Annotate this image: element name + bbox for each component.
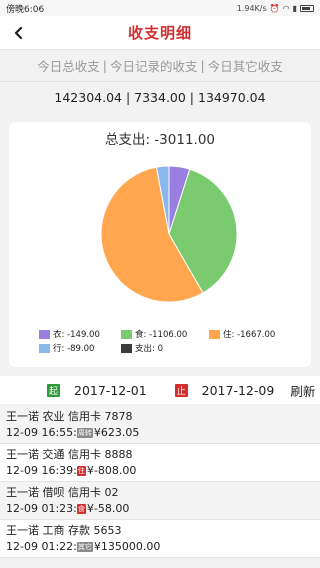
legend-item: 衣: -149.00: [39, 328, 121, 340]
transaction-desc: 王一诺 农业 信用卡 7878: [6, 410, 133, 423]
network-speed: 1.94K/s: [236, 3, 267, 13]
page-title: 收支明细: [127, 24, 192, 42]
start-badge: 起: [47, 383, 60, 397]
back-button[interactable]: [8, 22, 30, 44]
refresh-button[interactable]: 刷新: [290, 381, 315, 400]
transaction-time: 12-09 01:23:: [6, 502, 77, 515]
totals-summary: 142304.04 | 7334.00 | 134970.04: [0, 82, 320, 112]
category-tag: 周转: [76, 428, 93, 438]
transaction-time: 12-09 16:39:: [6, 464, 77, 477]
list-item[interactable]: 王一诺 借呗 信用卡 02 12-09 01:23: 食 ¥-58.00: [0, 482, 320, 520]
transaction-time: 12-09 16:55:: [6, 426, 77, 439]
legend-swatch: [121, 329, 132, 339]
chart-legend: 衣: -149.00 食: -1106.00 住: -1667.00 行: -8…: [39, 327, 299, 355]
start-date[interactable]: 2017-12-01: [74, 383, 147, 398]
legend-swatch: [209, 329, 220, 339]
transaction-desc: 王一诺 借呗 信用卡 02: [6, 486, 119, 499]
tab-today-other[interactable]: 今日其它收支: [208, 56, 283, 75]
list-item[interactable]: 王一诺 工商 存款 5653 12-09 01:22: 其它 ¥135000.00: [0, 520, 320, 558]
totals-text: 142304.04 | 7334.00 | 134970.04: [54, 89, 266, 105]
legend-label: 支出: 0: [135, 344, 163, 354]
legend-label: 食: -1106.00: [135, 330, 188, 340]
wifi-icon: ◠: [282, 3, 290, 13]
transaction-amount: ¥-58.00: [86, 502, 130, 515]
date-filter: 起 2017-12-01 止 2017-12-09 刷新: [0, 376, 320, 404]
legend-label: 衣: -149.00: [53, 330, 100, 340]
legend-label: 住: -1667.00: [223, 330, 276, 340]
end-date[interactable]: 2017-12-09: [202, 383, 275, 398]
category-tag: 住: [76, 466, 86, 476]
alarm-icon: ⏰: [269, 3, 280, 13]
end-badge: 止: [174, 383, 188, 397]
tab-separator: |: [200, 58, 205, 73]
summary-tabs: 今日总收支 | 今日记录的收支 | 今日其它收支: [0, 50, 320, 82]
legend-swatch: [39, 343, 50, 353]
tab-today-total[interactable]: 今日总收支: [37, 56, 100, 75]
legend-item: 住: -1667.00: [209, 328, 299, 340]
transaction-desc: 王一诺 交通 信用卡 8888: [6, 448, 133, 461]
chevron-left-icon: [14, 26, 23, 40]
legend-swatch: [121, 343, 132, 353]
legend-item: 食: -1106.00: [121, 328, 209, 340]
list-item[interactable]: 王一诺 交通 信用卡 8888 12-09 16:39: 住 ¥-808.00: [0, 444, 320, 482]
transaction-amount: ¥-808.00: [86, 464, 137, 477]
legend-swatch: [39, 329, 50, 339]
transaction-list: 王一诺 农业 信用卡 7878 12-09 16:55: 周转 ¥623.05 王一…: [0, 406, 320, 558]
legend-item: 行: -89.00: [39, 342, 121, 354]
legend-label: 行: -89.00: [53, 344, 95, 354]
signal-icon: ▮: [292, 3, 297, 13]
transaction-time: 12-09 01:22:: [6, 540, 77, 553]
category-tag: 其它: [76, 542, 93, 552]
tab-separator: |: [102, 58, 107, 73]
status-bar: 傍晚6:06 1.94K/s ⏰ ◠ ▮: [0, 0, 320, 16]
legend-item: 支出: 0: [121, 342, 209, 354]
transaction-amount: ¥135000.00: [93, 540, 161, 553]
header: 收支明细: [0, 16, 320, 50]
status-icons: 1.94K/s ⏰ ◠ ▮: [237, 4, 314, 13]
pie-chart-card: 总支出: -3011.00 衣: -149.00 食: -1106.00 住: …: [9, 122, 311, 367]
tab-today-recorded[interactable]: 今日记录的收支: [110, 56, 198, 75]
battery-icon: [300, 4, 314, 12]
list-item[interactable]: 王一诺 农业 信用卡 7878 12-09 16:55: 周转 ¥623.05: [0, 406, 320, 444]
transaction-desc: 王一诺 工商 存款 5653: [6, 524, 122, 537]
pie-chart: [100, 165, 238, 303]
transaction-amount: ¥623.05: [93, 426, 140, 439]
status-time: 傍晚6:06: [6, 4, 45, 15]
category-tag: 食: [76, 504, 86, 514]
